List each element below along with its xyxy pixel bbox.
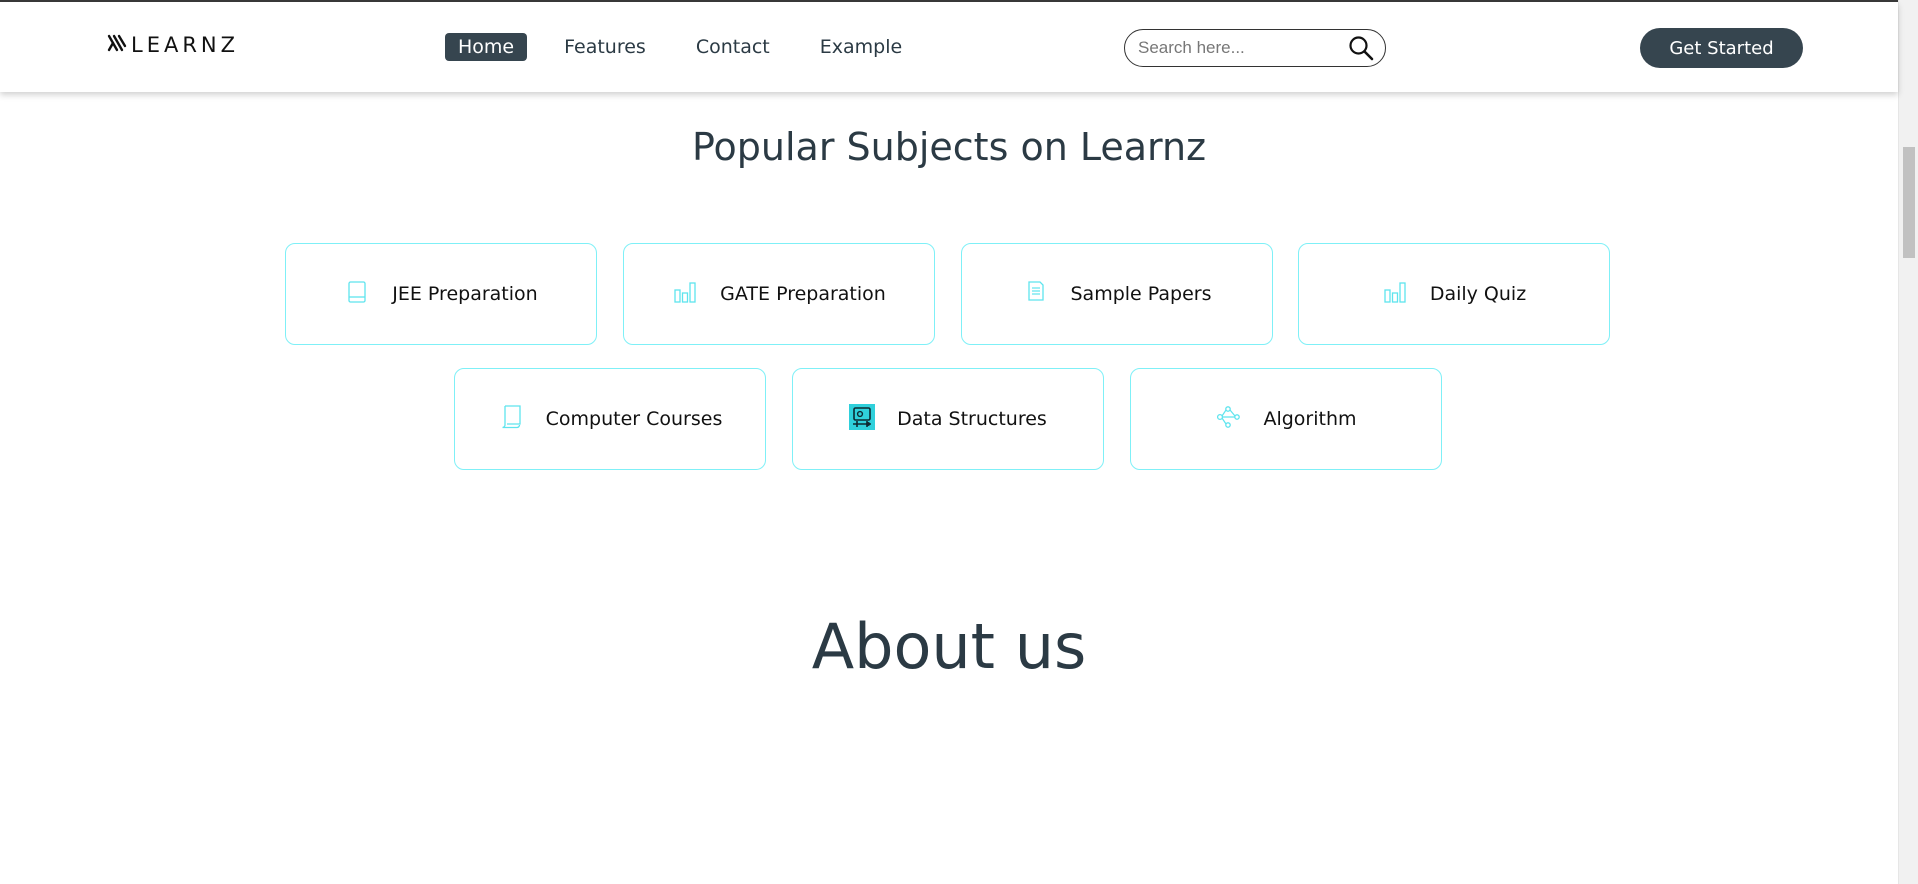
- subject-card-data-structures[interactable]: Data Structures: [792, 368, 1104, 470]
- logo[interactable]: LEARNZ: [107, 32, 239, 58]
- subject-card-label: Algorithm: [1263, 408, 1357, 430]
- bar-chart-icon: [672, 279, 698, 305]
- subject-card-gate[interactable]: GATE Preparation: [623, 243, 935, 345]
- logo-text: LEARNZ: [131, 33, 240, 57]
- search-input[interactable]: [1138, 38, 1338, 58]
- get-started-button[interactable]: Get Started: [1640, 28, 1803, 68]
- logo-icon: [107, 33, 127, 57]
- subject-card-computer-courses[interactable]: Computer Courses: [454, 368, 766, 470]
- subjects-title: Popular Subjects on Learnz: [691, 125, 1207, 169]
- nav-features[interactable]: Features: [551, 33, 659, 61]
- nav-example[interactable]: Example: [807, 33, 915, 61]
- data-structure-icon: [849, 404, 876, 430]
- bar-chart-icon: [1382, 279, 1408, 305]
- vertical-scrollbar[interactable]: [1898, 0, 1918, 884]
- subject-card-label: Sample Papers: [1070, 283, 1212, 305]
- subject-card-label: GATE Preparation: [720, 283, 886, 305]
- subject-card-daily-quiz[interactable]: Daily Quiz: [1298, 243, 1610, 345]
- subject-card-label: Data Structures: [897, 408, 1047, 430]
- scrollbar-thumb[interactable]: [1903, 147, 1915, 258]
- nav-home[interactable]: Home: [445, 33, 528, 61]
- book-icon: [344, 279, 370, 305]
- main-nav: Home Features Contact Example: [445, 33, 939, 61]
- subject-card-label: JEE Preparation: [392, 283, 538, 305]
- subject-card-algorithm[interactable]: Algorithm: [1130, 368, 1442, 470]
- algorithm-tree-icon: [1215, 404, 1241, 430]
- subject-card-jee[interactable]: JEE Preparation: [285, 243, 597, 345]
- page: LEARNZ Home Features Contact Example Get…: [0, 0, 1898, 884]
- navbar: LEARNZ Home Features Contact Example Get…: [0, 2, 1898, 92]
- subject-card-label: Daily Quiz: [1429, 283, 1527, 305]
- subject-card-sample-papers[interactable]: Sample Papers: [961, 243, 1273, 345]
- document-icon: [1023, 279, 1049, 305]
- subject-card-label: Computer Courses: [545, 408, 723, 430]
- nav-contact[interactable]: Contact: [683, 33, 783, 61]
- search-box: [1124, 29, 1386, 67]
- search-icon[interactable]: [1347, 34, 1375, 62]
- about-title: About us: [811, 610, 1087, 683]
- scroll-icon: [498, 404, 524, 430]
